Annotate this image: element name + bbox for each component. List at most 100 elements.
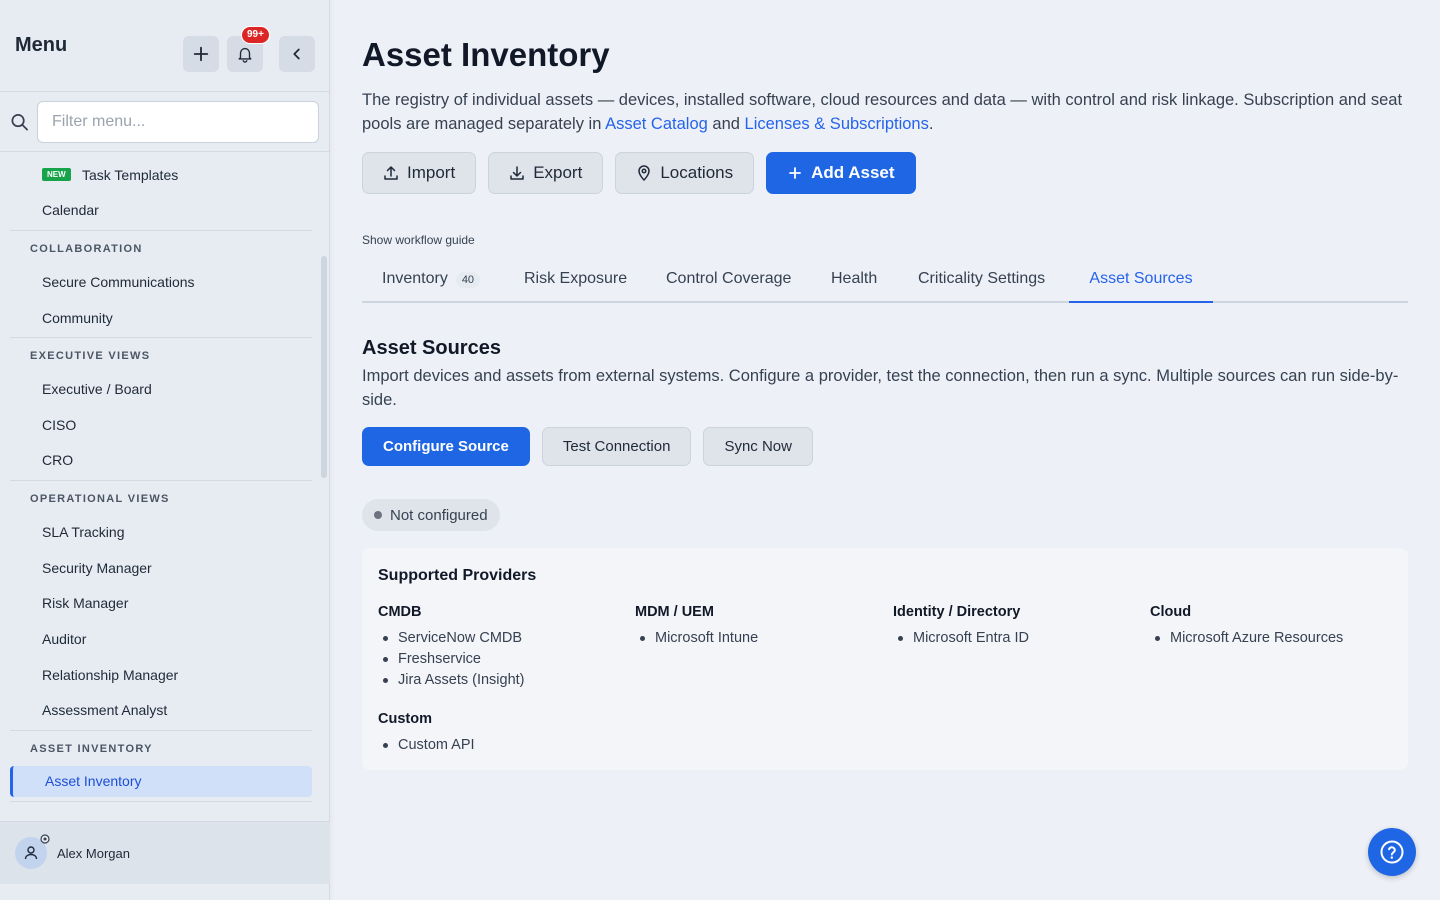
user-name: Alex Morgan	[57, 845, 130, 861]
add-button[interactable]	[183, 36, 219, 72]
sidebar-item-auditor[interactable]: Auditor	[42, 631, 86, 647]
section-operational-views: OPERATIONAL VIEWS	[30, 493, 170, 505]
collapse-sidebar-button[interactable]	[279, 36, 315, 72]
test-connection-button[interactable]: Test Connection	[541, 427, 692, 466]
divider	[10, 730, 312, 731]
export-button[interactable]: Export	[488, 152, 604, 194]
plus-icon	[789, 167, 802, 179]
sync-now-button[interactable]: Sync Now	[703, 427, 813, 466]
sidebar: Menu 99+ NEW Task Templates Calendar COL…	[0, 0, 330, 900]
sidebar-item-cro[interactable]: CRO	[42, 452, 73, 468]
desc-text: and	[707, 115, 745, 133]
status-dot	[374, 511, 382, 519]
sidebar-scrollbar[interactable]	[321, 256, 327, 478]
section-collaboration: COLLABORATION	[30, 243, 143, 255]
sidebar-item-task-templates[interactable]: Task Templates	[82, 167, 178, 183]
workflow-guide-toggle[interactable]: Show workflow guide	[362, 233, 475, 247]
tab-health[interactable]: Health	[831, 270, 877, 303]
import-button[interactable]: Import	[362, 152, 477, 194]
user-profile[interactable]: Alex Morgan	[0, 821, 330, 884]
sidebar-item-label: Asset Inventory	[45, 773, 142, 789]
page-description: The registry of individual assets — devi…	[362, 88, 1422, 136]
sidebar-item-assessment-analyst[interactable]: Assessment Analyst	[42, 702, 167, 718]
provider-group-heading: CMDB	[378, 604, 422, 620]
status-label: Not configured	[390, 506, 488, 524]
section-executive-views: EXECUTIVE VIEWS	[30, 350, 151, 362]
tab-asset-sources[interactable]: Asset Sources	[1069, 270, 1213, 303]
section-description: Import devices and assets from external …	[362, 367, 1399, 409]
configure-source-button[interactable]: Configure Source	[362, 427, 530, 466]
section-title: Asset Sources	[362, 337, 501, 359]
divider	[10, 480, 312, 481]
sidebar-item-secure-communications[interactable]: Secure Communications	[42, 274, 195, 290]
help-icon	[1380, 840, 1404, 864]
provider-group-mdm: MDM / UEM Microsoft Intune	[635, 604, 758, 649]
list-item: Microsoft Azure Resources	[1150, 628, 1343, 649]
sidebar-item-executive-board[interactable]: Executive / Board	[42, 381, 152, 397]
tab-label: Inventory	[382, 270, 448, 287]
avatar	[15, 834, 50, 869]
divider	[10, 230, 312, 231]
upload-icon	[384, 166, 398, 180]
divider	[10, 337, 312, 338]
notification-badge: 99+	[241, 26, 270, 44]
providers-title: Supported Providers	[378, 567, 537, 584]
locations-button[interactable]: Locations	[615, 152, 755, 194]
add-asset-button[interactable]: Add Asset	[766, 152, 916, 194]
sidebar-item-ciso[interactable]: CISO	[42, 417, 76, 433]
sidebar-item-community[interactable]: Community	[42, 310, 113, 326]
locations-label: Locations	[660, 163, 734, 182]
supported-providers-panel: Supported Providers CMDB ServiceNow CMDB…	[362, 548, 1408, 770]
provider-group-heading: Cloud	[1150, 604, 1192, 620]
sidebar-item-risk-manager[interactable]: Risk Manager	[42, 595, 128, 611]
bell-icon	[238, 47, 252, 63]
filter-menu-input[interactable]	[37, 100, 319, 143]
sidebar-item-security-manager[interactable]: Security Manager	[42, 560, 152, 576]
divider	[10, 801, 312, 802]
provider-group-cloud: Cloud Microsoft Azure Resources	[1150, 604, 1343, 649]
provider-group-heading: Custom	[378, 711, 432, 727]
sidebar-item-asset-inventory[interactable]: Asset Inventory	[10, 766, 312, 797]
main-content: Asset Inventory The registry of individu…	[330, 0, 1440, 900]
desc-text: .	[928, 115, 934, 133]
tab-control-coverage[interactable]: Control Coverage	[666, 270, 791, 303]
download-icon	[510, 166, 524, 180]
page-actions: Import Export Locations Add Asset	[362, 152, 916, 194]
provider-group-cmdb: CMDB ServiceNow CMDB Freshservice Jira A…	[378, 604, 525, 691]
map-pin-icon	[638, 165, 651, 181]
page-title: Asset Inventory	[362, 36, 610, 73]
list-item: Jira Assets (Insight)	[378, 670, 525, 691]
chevron-left-icon	[293, 48, 300, 60]
tab-criticality-settings[interactable]: Criticality Settings	[918, 270, 1045, 303]
add-asset-label: Add Asset	[811, 163, 895, 182]
tab-inventory[interactable]: Inventory 40	[382, 270, 481, 303]
provider-group-heading: MDM / UEM	[635, 604, 714, 620]
licenses-subscriptions-link[interactable]: Licenses & Subscriptions	[745, 115, 929, 133]
tab-bar: Inventory 40 Risk Exposure Control Covera…	[362, 260, 1408, 303]
asset-catalog-link[interactable]: Asset Catalog	[605, 115, 708, 133]
list-item: Microsoft Intune	[635, 628, 758, 649]
search-icon	[11, 113, 28, 130]
export-label: Export	[533, 163, 583, 182]
sidebar-menu: NEW Task Templates Calendar COLLABORATIO…	[0, 153, 330, 821]
section-asset-inventory: ASSET INVENTORY	[30, 743, 153, 755]
sidebar-title: Menu	[15, 34, 68, 56]
list-item: Custom API	[378, 735, 475, 756]
help-button[interactable]	[1368, 828, 1416, 876]
user-icon	[24, 846, 38, 860]
provider-group-heading: Identity / Directory	[893, 604, 1021, 620]
new-tag: NEW	[42, 168, 71, 181]
sidebar-header: Menu 99+	[0, 0, 329, 92]
list-item: Microsoft Entra ID	[893, 628, 1029, 649]
provider-group-identity: Identity / Directory Microsoft Entra ID	[893, 604, 1029, 649]
sidebar-item-relationship-manager[interactable]: Relationship Manager	[42, 667, 178, 683]
import-label: Import	[407, 163, 456, 182]
tab-risk-exposure[interactable]: Risk Exposure	[524, 270, 627, 303]
sidebar-item-sla-tracking[interactable]: SLA Tracking	[42, 524, 125, 540]
notifications-button[interactable]: 99+	[227, 26, 270, 72]
plus-icon	[193, 46, 209, 62]
sidebar-item-calendar[interactable]: Calendar	[42, 202, 99, 218]
sidebar-search	[0, 92, 329, 152]
list-item: ServiceNow CMDB	[378, 628, 525, 649]
list-item: Freshservice	[378, 649, 525, 670]
